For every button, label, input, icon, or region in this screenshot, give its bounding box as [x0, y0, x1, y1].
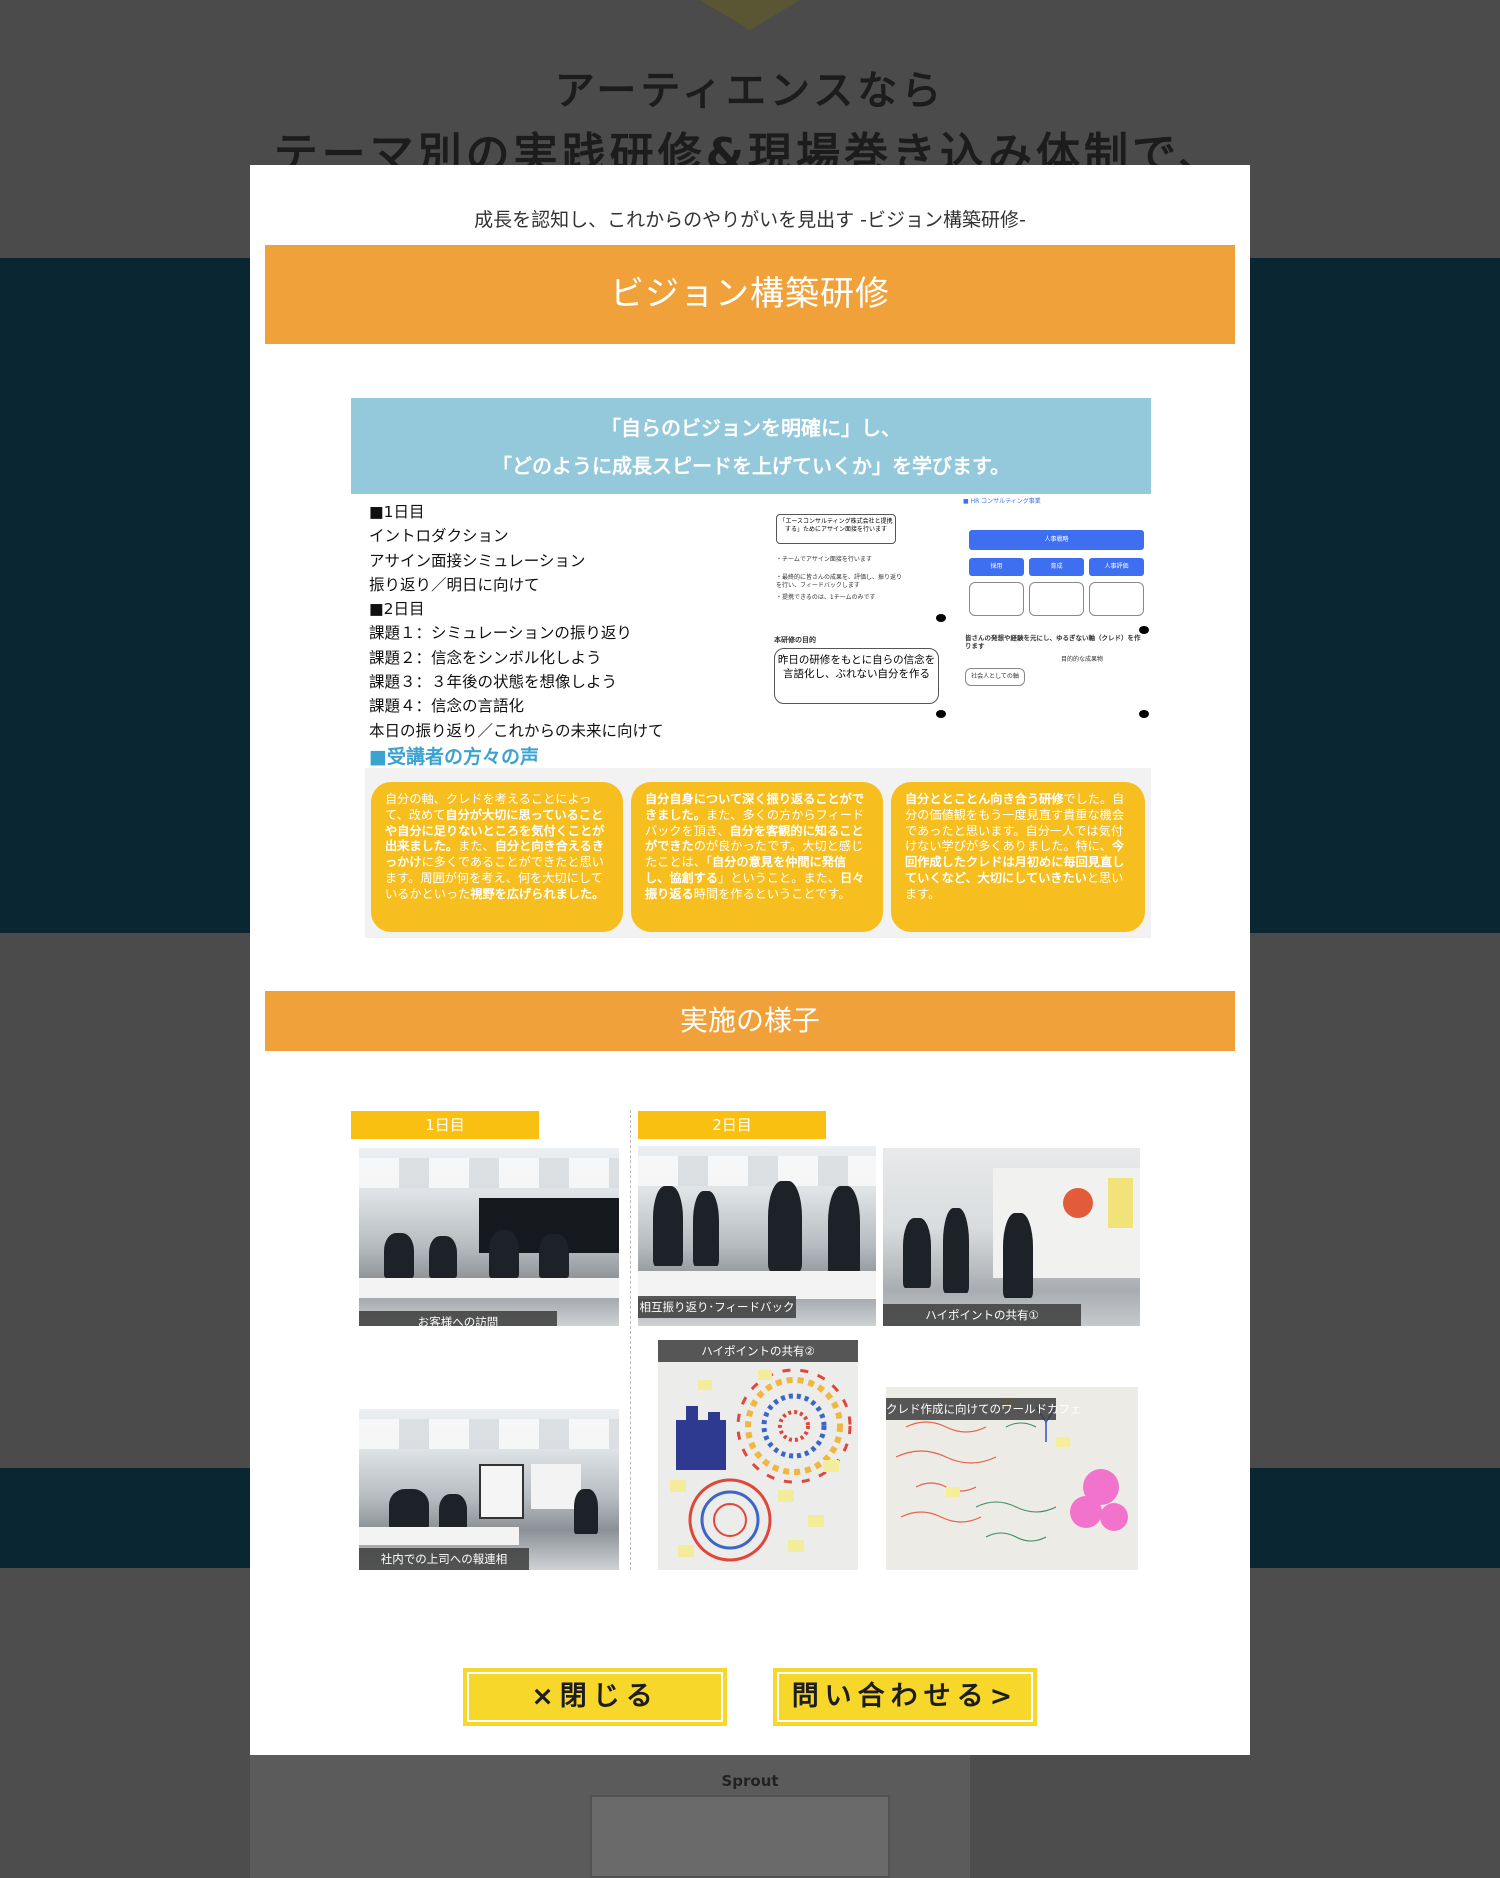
slide-main-button: 人事戦略	[969, 530, 1144, 550]
hero-heading-line1: アーティエンスなら	[554, 68, 946, 114]
photo-caption: クレド作成に向けてのワールドカフェ	[886, 1398, 1082, 1420]
slide-detail-box	[969, 582, 1024, 616]
photo-ceiling-lights	[638, 1156, 876, 1186]
voice-text: 時間を作るということです。	[693, 886, 851, 901]
schedule-item: 課題１：シミュレーションの振り返り	[369, 624, 632, 643]
modal-subtitle: 成長を認知し、これからのやりがいを見出す -ビジョン構築研修-	[474, 209, 1026, 231]
banner-title: ビジョン構築研修	[265, 245, 1235, 344]
photo-caption: ハイポイントの共有①	[883, 1304, 1081, 1326]
photo-mutual-feedback: 相互振り返り･フィードバック	[638, 1146, 876, 1326]
photo-person	[768, 1181, 802, 1271]
photo-person	[828, 1186, 860, 1276]
voice-text-emphasis: 視野を広げられました。	[470, 886, 605, 901]
schedule-item: ■1日目	[369, 503, 425, 521]
voice-card: 自分ととことん向き合う研修でした。自分の価値観をもう一度見直す貴重な機会であった…	[891, 782, 1145, 932]
slide-dot	[1139, 626, 1149, 634]
slide-sub-button: 育成	[1029, 558, 1084, 576]
photo-person	[903, 1218, 931, 1288]
slide-credo-title: 目的的な成果物	[1061, 656, 1104, 663]
slide-bullet: ・チームでアサイン面接を行います	[776, 556, 872, 563]
photo-person	[1003, 1213, 1033, 1298]
modal-dialog: 成長を認知し、これからのやりがいを見出す -ビジョン構築研修- ビジョン構築研修…	[250, 165, 1250, 1755]
photo-boss-report: 社内での上司への報連相	[359, 1409, 619, 1570]
photo-caption: 社内での上司への報連相	[359, 1548, 529, 1570]
day1-label: 1日目	[351, 1111, 539, 1139]
photo-customer-visit: お客様への訪問	[359, 1148, 619, 1326]
slide-dot	[936, 614, 946, 622]
training-overview-image: 「自らのビジョンを明確に」し、 「どのように成長スピードを上げていくか」を学びま…	[351, 398, 1151, 938]
slide-thumbnail-assign: 「エースコンサルティング株式会社と提携する」ためにアサイン面接を行います ・チー…	[771, 496, 956, 721]
slide-goal-label: 本研修の目的	[774, 636, 816, 644]
schedule-item: イントロダクション	[369, 527, 509, 546]
photo-mandala-drawing	[670, 1368, 852, 1562]
photo-highpoint-share-1: ハイポイントの共有①	[883, 1148, 1140, 1326]
photo-caption: お客様への訪問	[359, 1311, 557, 1326]
schedule-item: 課題２：信念をシンボル化しよう	[369, 648, 602, 667]
photo-person	[539, 1234, 569, 1278]
schedule-item: 本日の振り返り／これからの未来に向けて	[369, 721, 664, 740]
photo-person	[574, 1489, 598, 1534]
voice-card: 自分自身について深く振り返ることができました。また、多くの方からフィードバックを…	[631, 782, 883, 932]
photo-highpoint-share-2: ハイポイントの共有②	[658, 1340, 858, 1570]
close-button[interactable]: ×閉じる	[463, 1668, 727, 1726]
schedule-item: ■2日目	[369, 600, 425, 619]
photo-table	[638, 1271, 876, 1299]
photo-caption: ハイポイントの共有②	[658, 1340, 858, 1362]
overview-header-line2: 「どのように成長スピードを上げていくか」を学びます。	[492, 454, 1010, 478]
voice-text: また、	[458, 839, 495, 854]
slide-bullet: ・最終的に皆さんの成果を、評価し、振り返りを行い、フィードバックします	[776, 574, 903, 589]
background-card-screenshot	[590, 1795, 890, 1878]
slide-thumbnail-hr: ■ HR コンサルティング事業 人事戦略 採用 育成 人事評価 皆さんの発想や経…	[961, 496, 1151, 721]
schedule-item: 課題３：３年後の状態を想像しよう	[369, 673, 618, 692]
voices-area: 自分の軸、クレドを考えることによって、改めて自分が大切に思っていることや自分に足…	[365, 768, 1151, 938]
section-title: 実施の様子	[265, 991, 1235, 1051]
schedule-item: 課題４：信念の言語化	[369, 697, 525, 716]
photo-person	[489, 1230, 519, 1278]
slide-detail-box	[1089, 582, 1144, 616]
slide-dot	[936, 710, 946, 718]
photo-table	[359, 1278, 619, 1298]
slide-hr-header: ■ HR コンサルティング事業	[963, 498, 1041, 505]
voice-text-emphasis: 自分ととことん向き合う研修	[905, 792, 1064, 806]
schedule-list: ■1日目 イントロダクション アサイン面接シミュレーション 振り返り／明日に向け…	[369, 500, 664, 743]
photo-person	[693, 1191, 719, 1266]
photo-person	[943, 1208, 969, 1293]
photo-person	[429, 1236, 457, 1278]
photo-table	[359, 1527, 519, 1545]
slide-credo-label: 社会人としての軸	[965, 668, 1025, 686]
photo-person	[389, 1489, 429, 1529]
photo-ceiling-lights	[359, 1158, 619, 1188]
slide-sub-button: 人事評価	[1089, 558, 1144, 576]
background-card-title: Sprout	[721, 1772, 779, 1790]
slide-credo-text: 皆さんの発想や経験を元にし、ゆるぎない軸（クレド）を作ります	[965, 634, 1141, 650]
contact-button[interactable]: 問い合わせる>	[773, 1668, 1037, 1726]
day-divider	[630, 1110, 631, 1570]
photo-caption: 相互振り返り･フィードバック	[638, 1296, 796, 1318]
overview-header: 「自らのビジョンを明確に」し、 「どのように成長スピードを上げていくか」を学びま…	[351, 398, 1151, 494]
slide-assign-box: 「エースコンサルティング株式会社と提携する」ためにアサイン面接を行います	[776, 514, 896, 544]
slide-bullet: ・提携できるのは、1チームのみです	[776, 594, 876, 601]
voices-heading: ■受講者の方々の声	[369, 746, 539, 768]
voice-card: 自分の軸、クレドを考えることによって、改めて自分が大切に思っていることや自分に足…	[371, 782, 623, 932]
photo-whiteboard	[479, 1464, 524, 1519]
photo-sticky-notes	[1108, 1178, 1133, 1228]
voice-text: 」ということ。また、	[718, 870, 840, 885]
schedule-item: アサイン面接シミュレーション	[369, 551, 586, 570]
photo-person	[384, 1233, 414, 1278]
photo-ceiling-lights	[359, 1419, 619, 1449]
slide-detail-box	[1029, 582, 1084, 616]
slide-dot	[1139, 710, 1149, 718]
schedule-item: 振り返り／明日に向けて	[369, 575, 540, 594]
photo-person	[653, 1186, 683, 1266]
photo-poster-figure	[1063, 1188, 1093, 1218]
overview-header-line1: 「自らのビジョンを明確に」し、	[601, 416, 901, 440]
slide-sub-button: 採用	[969, 558, 1024, 576]
day2-label: 2日目	[638, 1111, 826, 1139]
slide-goal-box: 昨日の研修をもとに自らの信念を言語化し、ぶれない自分を作る	[774, 648, 939, 704]
